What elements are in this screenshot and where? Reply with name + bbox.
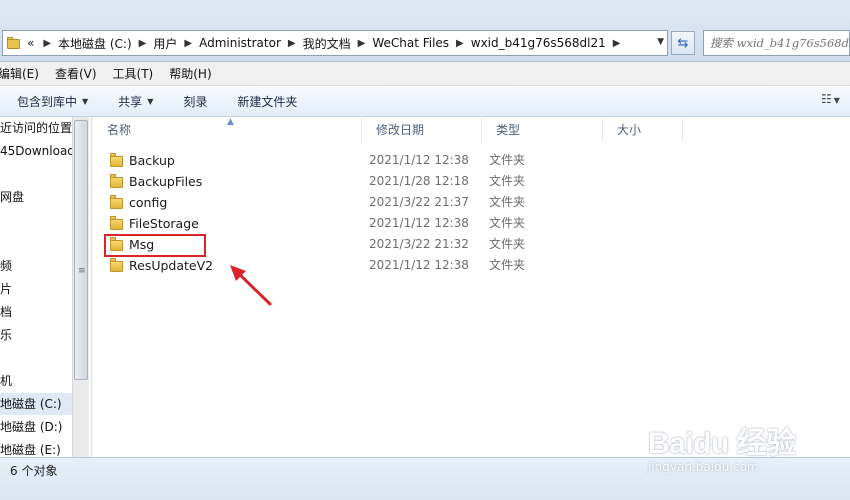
chevron-right-icon[interactable]: ▶ (288, 38, 296, 49)
folder-icon (110, 216, 124, 230)
include-in-library-button[interactable]: 包含到库中 ▼ (17, 93, 88, 110)
file-type: 文件夹 (489, 216, 526, 230)
burn-button[interactable]: 刻录 (183, 93, 207, 110)
file-name: FileStorage (129, 216, 199, 231)
nav-item-computer[interactable]: 机 (0, 370, 72, 392)
file-list: ▲ 名称 修改日期 类型 大小 Backup 2021/1/12 12:38 文… (93, 117, 850, 457)
search-input[interactable] (710, 32, 850, 54)
chevron-right-icon[interactable]: ▶ (139, 38, 147, 49)
nav-item-drive-c[interactable]: 地磁盘 (C:) (0, 393, 72, 415)
breadcrumb-item-administrator[interactable]: Administrator (199, 36, 281, 50)
file-date: 2021/1/28 12:18 (369, 174, 469, 188)
chevron-down-icon: ▼ (833, 96, 840, 105)
menu-help[interactable]: 帮助(H) (169, 65, 211, 82)
file-type: 文件夹 (489, 195, 526, 209)
file-type: 文件夹 (489, 174, 526, 188)
folder-icon (7, 37, 21, 49)
grip-icon: ≡ (78, 266, 86, 276)
menu-bar: 编辑(E) 查看(V) 工具(T) 帮助(H) (0, 62, 850, 86)
nav-item-netdisk[interactable]: 网盘 (0, 186, 72, 208)
file-type: 文件夹 (489, 153, 526, 167)
file-type: 文件夹 (489, 237, 526, 251)
share-button[interactable]: 共享 ▼ (118, 93, 153, 110)
file-name: Backup (129, 153, 175, 168)
nav-item-downloads[interactable]: 45Downloads (0, 140, 72, 162)
address-bar[interactable]: « ▶ 本地磁盘 (C:) ▶ 用户 ▶ Administrator ▶ 我的文… (2, 30, 668, 56)
chevron-down-icon: ▼ (147, 96, 154, 106)
file-name: ResUpdateV2 (129, 258, 214, 273)
column-header-date[interactable]: 修改日期 (362, 118, 482, 142)
nav-item-drive-d[interactable]: 地磁盘 (D:) (0, 416, 72, 438)
item-count: 6 个对象 (10, 464, 58, 478)
breadcrumb-overflow-button[interactable]: « (27, 36, 34, 50)
file-name: BackupFiles (129, 174, 203, 189)
address-history-dropdown[interactable]: ▼ (657, 37, 664, 47)
menu-edit[interactable]: 编辑(E) (0, 65, 39, 82)
nav-item-pictures[interactable]: 片 (0, 278, 72, 300)
breadcrumb-item-users[interactable]: 用户 (153, 35, 177, 52)
file-date: 2021/1/12 12:38 (369, 258, 469, 272)
breadcrumb-item-drive[interactable]: 本地磁盘 (C:) (58, 35, 132, 52)
file-type: 文件夹 (489, 258, 526, 272)
file-row[interactable]: Backup 2021/1/12 12:38 文件夹 (93, 150, 653, 171)
nav-scrollbar-thumb[interactable]: ≡ (74, 120, 88, 380)
folder-icon (110, 174, 124, 188)
menu-view[interactable]: 查看(V) (55, 65, 97, 82)
breadcrumb-item-wxid[interactable]: wxid_b41g76s568dl21 (471, 36, 606, 50)
view-list-icon: ☷ (821, 92, 832, 106)
folder-icon (110, 153, 124, 167)
file-row[interactable]: BackupFiles 2021/1/28 12:18 文件夹 (93, 171, 653, 192)
column-header-type[interactable]: 类型 (482, 118, 603, 142)
file-row[interactable]: config 2021/3/22 21:37 文件夹 (93, 192, 653, 213)
nav-item-documents[interactable]: 档 (0, 301, 72, 323)
command-bar: 包含到库中 ▼ 共享 ▼ 刻录 新建文件夹 ☷ ▼ (0, 86, 850, 117)
nav-item-videos[interactable]: 频 (0, 255, 72, 277)
address-bar-area: « ▶ 本地磁盘 (C:) ▶ 用户 ▶ Administrator ▶ 我的文… (0, 0, 850, 62)
watermark-logo: Baidu 经验 (648, 427, 796, 460)
chevron-right-icon[interactable]: ▶ (43, 38, 51, 49)
menu-tools[interactable]: 工具(T) (113, 65, 154, 82)
nav-item-recent-places[interactable]: 近访问的位置 (0, 117, 72, 139)
column-header-size[interactable]: 大小 (603, 118, 683, 142)
folder-icon (110, 195, 124, 209)
chevron-right-icon[interactable]: ▶ (184, 38, 192, 49)
arrow-annotation-icon (230, 265, 272, 306)
breadcrumb-item-wechat-files[interactable]: WeChat Files (372, 36, 449, 50)
navigation-pane: 近访问的位置 45Downloads 网盘 频 片 档 乐 机 地磁盘 (C:)… (0, 117, 90, 457)
refresh-icon: ⇆ (677, 35, 689, 51)
folder-icon (110, 258, 124, 272)
highlight-annotation-box (104, 234, 206, 257)
watermark-url: jingyan.baidu.com (648, 460, 759, 474)
file-date: 2021/3/22 21:32 (369, 237, 469, 251)
column-headers: 名称 修改日期 类型 大小 (93, 118, 683, 142)
file-row[interactable]: FileStorage 2021/1/12 12:38 文件夹 (93, 213, 653, 234)
share-label: 共享 (118, 94, 143, 109)
file-name: config (129, 195, 168, 210)
baidu-watermark: Baidu 经验 jingyan.baidu.com (640, 418, 845, 484)
nav-item-music[interactable]: 乐 (0, 324, 72, 346)
include-in-library-label: 包含到库中 (17, 94, 78, 109)
new-folder-button[interactable]: 新建文件夹 (237, 93, 297, 110)
chevron-right-icon[interactable]: ▶ (358, 38, 366, 49)
column-header-name[interactable]: 名称 (93, 118, 362, 142)
nav-item-drive-e[interactable]: 地磁盘 (E:) (0, 439, 72, 457)
file-date: 2021/1/12 12:38 (369, 216, 469, 230)
file-date: 2021/3/22 21:37 (369, 195, 469, 209)
refresh-button[interactable]: ⇆ (671, 31, 695, 55)
chevron-right-icon[interactable]: ▶ (456, 38, 464, 49)
view-options-button[interactable]: ☷ ▼ (821, 92, 840, 106)
chevron-down-icon: ▼ (82, 96, 89, 106)
file-date: 2021/1/12 12:38 (369, 153, 469, 167)
breadcrumb-item-documents[interactable]: 我的文档 (303, 35, 351, 52)
file-row[interactable]: ResUpdateV2 2021/1/12 12:38 文件夹 (93, 255, 653, 276)
breadcrumb: « ▶ 本地磁盘 (C:) ▶ 用户 ▶ Administrator ▶ 我的文… (27, 35, 627, 52)
nav-scrollbar[interactable]: ≡ (72, 117, 89, 457)
chevron-right-icon[interactable]: ▶ (613, 38, 621, 49)
search-box[interactable] (703, 30, 850, 56)
